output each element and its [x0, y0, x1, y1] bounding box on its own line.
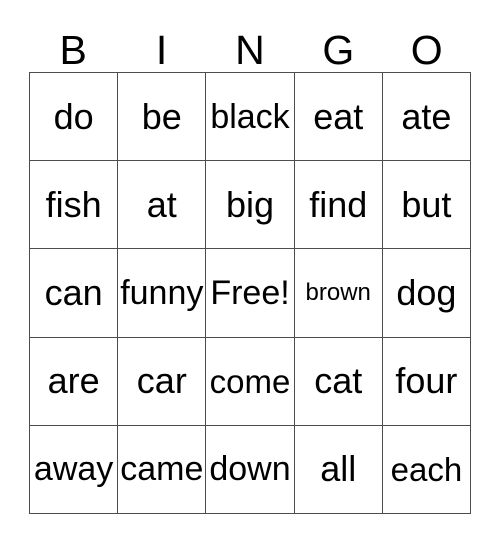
bingo-cell[interactable]: do: [30, 73, 119, 162]
bingo-cell[interactable]: each: [382, 425, 472, 514]
bingo-cell-label: at: [146, 183, 177, 225]
bingo-cell-free-space[interactable]: Free!: [206, 249, 295, 338]
bingo-cell[interactable]: brown: [294, 249, 383, 338]
bingo-cell-label: find: [309, 183, 368, 225]
bingo-cell-label: four: [395, 360, 458, 402]
bingo-cell-label: came: [120, 450, 204, 489]
bingo-cell-label: come: [209, 362, 291, 400]
bingo-cell[interactable]: black: [206, 73, 295, 162]
bingo-cell-label: each: [390, 450, 463, 488]
bingo-cell-label: car: [136, 360, 187, 402]
bingo-cell-label: cat: [314, 360, 363, 402]
bingo-cell[interactable]: come: [206, 337, 295, 426]
bingo-cell[interactable]: big: [206, 161, 295, 250]
bingo-cell[interactable]: funny: [118, 249, 207, 338]
bingo-cell-label: do: [53, 95, 94, 137]
bingo-cell[interactable]: cat: [294, 337, 383, 426]
bingo-cell-label: big: [225, 183, 275, 225]
bingo-cell[interactable]: four: [382, 337, 472, 426]
bingo-cell[interactable]: be: [118, 73, 207, 162]
bingo-cell-label: all: [320, 448, 357, 490]
bingo-cell[interactable]: eat: [294, 73, 383, 162]
bingo-row: fish at big find but: [30, 161, 472, 250]
bingo-cell-label: ate: [401, 95, 452, 137]
bingo-cell[interactable]: find: [294, 161, 383, 250]
bingo-header-letter-n: N: [235, 27, 265, 73]
bingo-cell-label: but: [401, 183, 452, 225]
bingo-card: B I N G O do be black eat ate fish at bi…: [29, 14, 472, 514]
bingo-cell-label: brown: [305, 278, 371, 306]
bingo-row: are car come cat four: [30, 337, 472, 426]
bingo-row: can funny Free! brown dog: [30, 249, 472, 338]
bingo-header-letter-i: I: [155, 27, 168, 73]
bingo-header-letter-g: G: [322, 27, 355, 73]
bingo-grid: do be black eat ate fish at big find but…: [29, 72, 472, 514]
bingo-cell-label: dog: [396, 271, 457, 313]
bingo-cell-label: be: [141, 95, 182, 137]
bingo-cell-label: black: [210, 97, 290, 136]
bingo-cell[interactable]: fish: [30, 161, 119, 250]
bingo-free-space-label: Free!: [210, 273, 290, 312]
bingo-cell[interactable]: away: [30, 425, 119, 514]
bingo-cell-label: eat: [313, 95, 364, 137]
bingo-cell-label: are: [47, 360, 100, 402]
bingo-cell-label: down: [209, 450, 291, 489]
bingo-cell[interactable]: can: [30, 249, 119, 338]
bingo-cell-label: can: [44, 271, 103, 313]
bingo-header-row: B I N G O: [29, 14, 471, 72]
bingo-row: away came down all each: [30, 425, 472, 514]
bingo-cell[interactable]: all: [294, 425, 383, 514]
bingo-header-letter-b: B: [59, 27, 87, 73]
bingo-row: do be black eat ate: [30, 73, 472, 162]
bingo-cell[interactable]: ate: [382, 73, 472, 162]
bingo-cell-label: fish: [45, 183, 102, 225]
bingo-cell[interactable]: car: [118, 337, 207, 426]
bingo-cell[interactable]: came: [118, 425, 207, 514]
bingo-header-letter-o: O: [410, 27, 443, 73]
bingo-cell[interactable]: at: [118, 161, 207, 250]
bingo-cell[interactable]: are: [30, 337, 119, 426]
bingo-cell[interactable]: down: [206, 425, 295, 514]
bingo-cell-label: funny: [120, 273, 204, 312]
bingo-cell-label: away: [33, 450, 114, 489]
bingo-cell[interactable]: but: [382, 161, 472, 250]
bingo-cell[interactable]: dog: [382, 249, 472, 338]
